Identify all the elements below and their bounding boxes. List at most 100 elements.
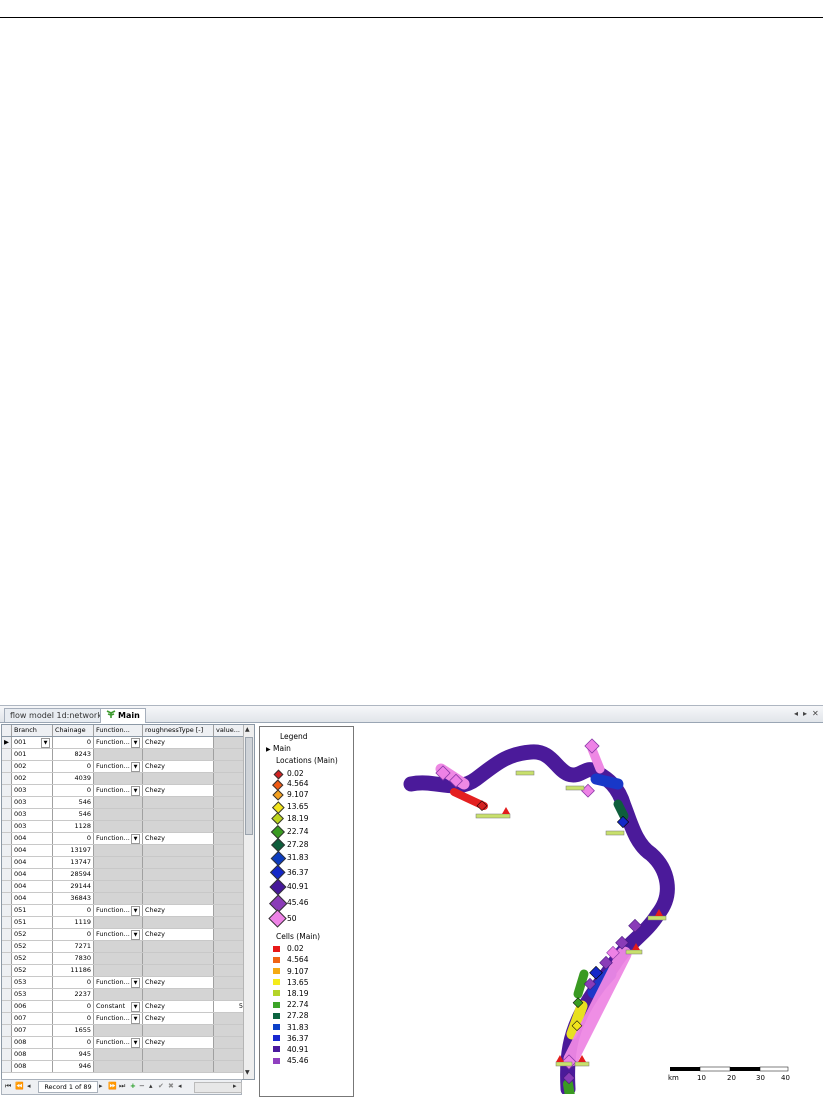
table-row[interactable]: 052 0 Function... ▼ Chezy [2, 928, 246, 941]
boundary-node[interactable] [502, 807, 510, 814]
cell-value[interactable] [213, 880, 246, 893]
cell-chainage[interactable]: 0 [52, 832, 94, 845]
boundary-node[interactable] [625, 949, 643, 955]
cell-roughness-type[interactable] [142, 844, 214, 857]
cell-value[interactable] [213, 964, 246, 977]
boundary-node[interactable] [475, 813, 511, 819]
cell-chainage[interactable]: 0 [52, 976, 94, 989]
cell-chainage[interactable]: 0 [52, 736, 94, 749]
legend-layer-main[interactable]: ▶ Main [266, 744, 291, 753]
table-row[interactable]: 004 13197 [2, 844, 246, 857]
cell-chainage[interactable]: 946 [52, 1060, 94, 1073]
cell-chainage[interactable]: 0 [52, 784, 94, 797]
table-row[interactable]: 002 4039 [2, 772, 246, 785]
dropdown-arrow-icon[interactable]: ▼ [131, 738, 140, 748]
cell-value[interactable] [213, 868, 246, 881]
table-row[interactable]: 003 0 Function... ▼ Chezy [2, 784, 246, 797]
cell-value[interactable] [213, 1060, 246, 1073]
cell-branch[interactable]: 004 [11, 892, 53, 905]
river-network-map[interactable]: km 10 20 30 40 [356, 724, 821, 1094]
table-row[interactable]: 052 11186 [2, 964, 246, 977]
cell-chainage[interactable]: 7271 [52, 940, 94, 953]
boundary-node[interactable] [605, 830, 625, 836]
expand-arrow-icon[interactable]: ▶ [266, 746, 271, 753]
cell-roughness-type[interactable]: Chezy [142, 1012, 214, 1025]
table-row[interactable]: 053 2237 [2, 988, 246, 1001]
cell-roughness-type[interactable]: Chezy [142, 760, 214, 773]
cell-branch[interactable]: 004 [11, 844, 53, 857]
dropdown-arrow-icon[interactable]: ▼ [131, 978, 140, 988]
filter-icon[interactable]: ◂ [178, 1082, 182, 1090]
cell-branch[interactable]: 003 [11, 808, 53, 821]
cell-value[interactable] [213, 820, 246, 833]
table-row[interactable]: 004 13747 [2, 856, 246, 869]
map-view[interactable]: km 10 20 30 40 [356, 724, 821, 1094]
first-record-icon[interactable]: ⏮ [5, 1082, 11, 1091]
delete-record-icon[interactable]: − [139, 1082, 145, 1090]
table-row[interactable]: 007 0 Function... ▼ Chezy [2, 1012, 246, 1025]
cell-function[interactable] [93, 988, 143, 1001]
previous-record-icon[interactable]: ◂ [27, 1082, 31, 1090]
dropdown-arrow-icon[interactable]: ▼ [41, 738, 50, 748]
cell-branch[interactable]: 052 [11, 964, 53, 977]
table-row[interactable]: 051 1119 [2, 916, 246, 929]
table-row[interactable]: 052 7830 [2, 952, 246, 965]
cell-branch[interactable]: 001 [11, 748, 53, 761]
cell-chainage[interactable]: 13197 [52, 844, 94, 857]
cell-value[interactable] [213, 976, 246, 989]
cell-value[interactable] [213, 892, 246, 905]
cell-function[interactable] [93, 796, 143, 809]
dropdown-arrow-icon[interactable]: ▼ [131, 1038, 140, 1048]
table-row[interactable]: 053 0 Function... ▼ Chezy [2, 976, 246, 989]
cell-function[interactable]: Function... ▼ [93, 904, 143, 917]
cell-function[interactable]: Function... ▼ [93, 832, 143, 845]
cell-roughness-type[interactable] [142, 748, 214, 761]
cell-function[interactable]: Constant ▼ [93, 1000, 143, 1013]
cell-branch[interactable]: 002 [11, 772, 53, 785]
table-row[interactable]: 001 8243 [2, 748, 246, 761]
table-row[interactable]: 052 7271 [2, 940, 246, 953]
boundary-node[interactable] [574, 1061, 590, 1067]
cell-function[interactable] [93, 964, 143, 977]
add-record-icon[interactable]: + [130, 1082, 136, 1090]
table-row[interactable]: ▶ 001 ▼ 0 Function... ▼ Chezy [2, 736, 246, 749]
cell-function[interactable] [93, 1024, 143, 1037]
next-page-icon[interactable]: ⏩ [108, 1082, 117, 1090]
cell-roughness-type[interactable] [142, 1024, 214, 1037]
cell-value[interactable] [213, 1036, 246, 1049]
cell-roughness-type[interactable]: Chezy [142, 832, 214, 845]
cell-roughness-type[interactable] [142, 856, 214, 869]
cell-function[interactable] [93, 880, 143, 893]
cell-value[interactable] [213, 832, 246, 845]
cell-roughness-type[interactable] [142, 1060, 214, 1073]
cell-function[interactable]: Function... ▼ [93, 736, 143, 749]
cell-function[interactable] [93, 844, 143, 857]
table-row[interactable]: 003 546 [2, 808, 246, 821]
cell-roughness-type[interactable] [142, 880, 214, 893]
cell-chainage[interactable]: 28594 [52, 868, 94, 881]
cell-chainage[interactable]: 0 [52, 904, 94, 917]
table-row[interactable]: 004 0 Function... ▼ Chezy [2, 832, 246, 845]
cell-roughness-type[interactable] [142, 808, 214, 821]
cell-function[interactable] [93, 772, 143, 785]
cell-branch[interactable]: 004 [11, 880, 53, 893]
cell-chainage[interactable]: 0 [52, 1036, 94, 1049]
cell-function[interactable]: Function... ▼ [93, 760, 143, 773]
cell-branch[interactable]: 052 [11, 952, 53, 965]
scroll-down-icon[interactable]: ▼ [245, 1069, 250, 1076]
cell-roughness-type[interactable] [142, 916, 214, 929]
cell-roughness-type[interactable]: Chezy [142, 784, 214, 797]
cell-function[interactable] [93, 808, 143, 821]
table-row[interactable]: 004 29144 [2, 880, 246, 893]
cell-roughness-type[interactable] [142, 964, 214, 977]
cell-roughness-type[interactable] [142, 892, 214, 905]
scroll-up-icon[interactable]: ▲ [245, 726, 250, 733]
cell-chainage[interactable]: 0 [52, 1000, 94, 1013]
cell-roughness-type[interactable] [142, 796, 214, 809]
cell-chainage[interactable]: 546 [52, 808, 94, 821]
table-row[interactable]: 007 1655 [2, 1024, 246, 1037]
cell-chainage[interactable]: 945 [52, 1048, 94, 1061]
next-record-icon[interactable]: ▸ [99, 1082, 103, 1090]
cell-value[interactable] [213, 916, 246, 929]
scrollbar-thumb[interactable] [245, 737, 253, 835]
